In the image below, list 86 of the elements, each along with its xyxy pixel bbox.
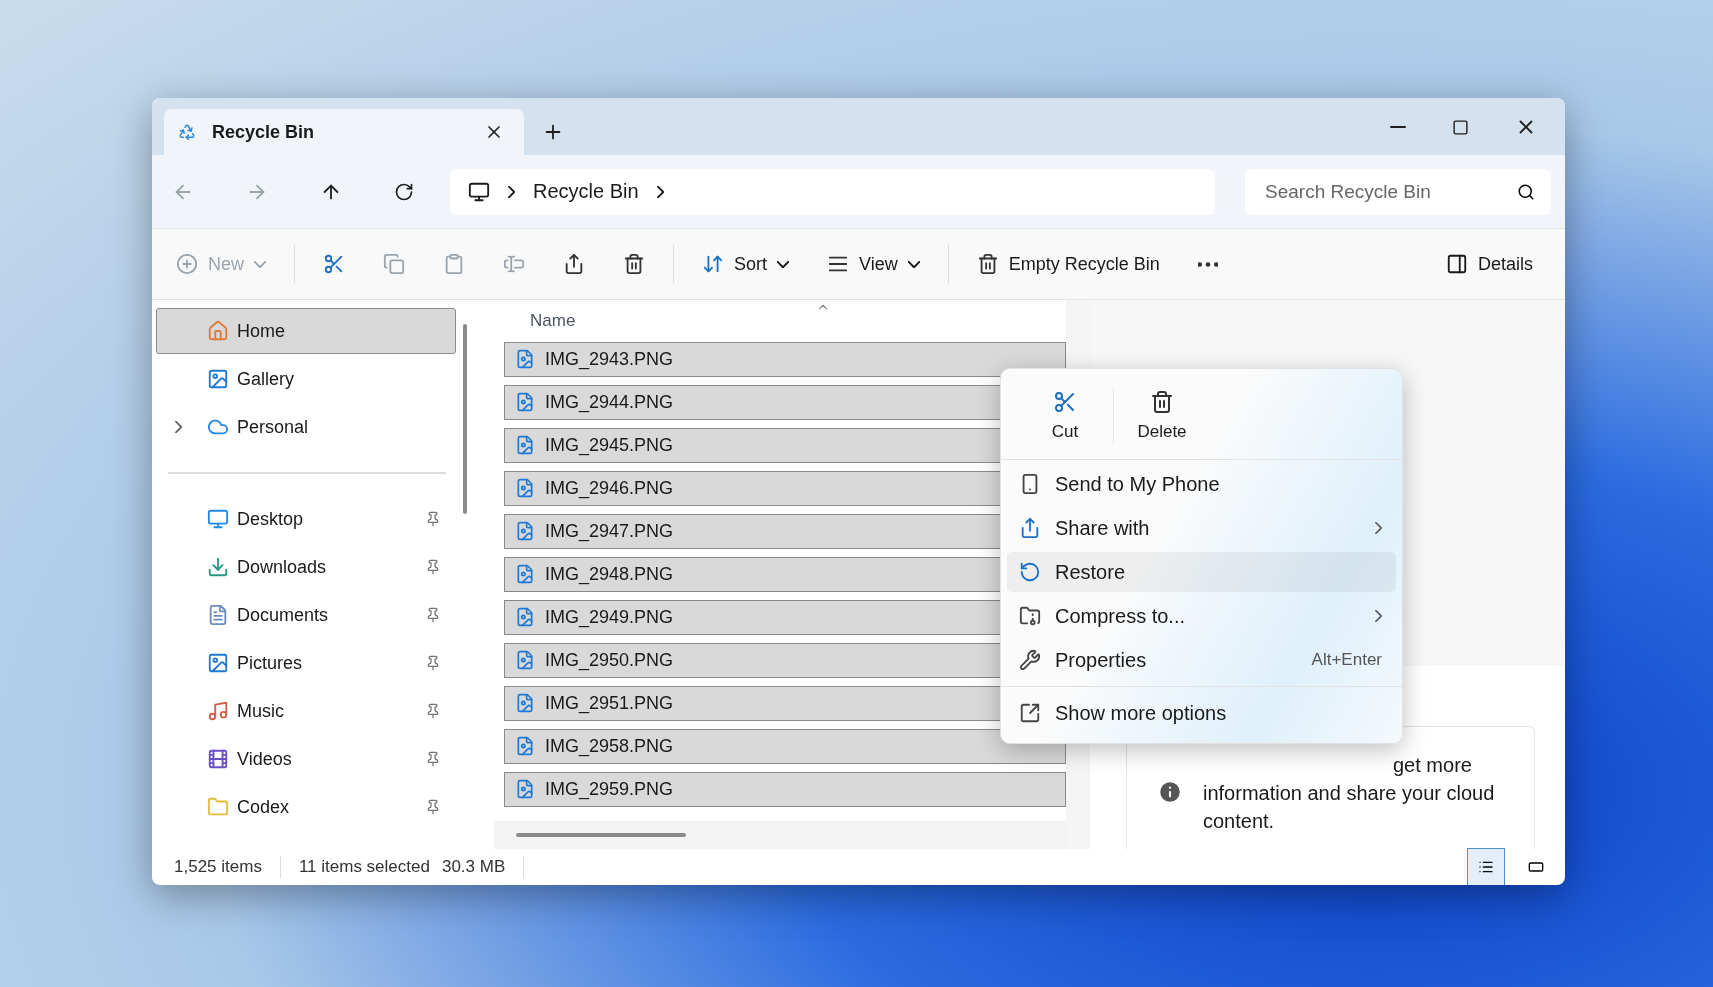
maximize-icon [1452,118,1469,136]
info-message: get more information and share your cloud content. [1203,753,1496,834]
nav-item[interactable]: Desktop [156,496,456,542]
delete-menu-button[interactable]: Delete [1114,373,1210,459]
caret-icon [777,260,790,268]
image-file-icon [515,693,535,714]
details-pane-button[interactable]: Details [1435,242,1543,286]
sort-icon [702,253,724,275]
caret-icon [254,260,266,268]
image-file-icon [515,349,535,369]
shortcut-text: Alt+Enter [1311,650,1382,670]
file-row[interactable]: IMG_2958.PNG [504,728,1066,764]
rename-icon [503,253,525,275]
tab[interactable]: Recycle Bin [164,109,524,155]
details-view-button[interactable] [1467,848,1505,885]
info-icon [1157,779,1183,805]
list-icon [1478,859,1494,875]
tile-icon [1528,859,1544,875]
video-icon [207,748,229,770]
nav-item[interactable]: Documents [156,592,456,638]
nav-item[interactable]: Pictures [156,640,456,686]
nav-item[interactable]: Home [156,308,456,354]
gallery-icon [207,368,229,390]
minimize-icon [1390,126,1406,128]
nav-item[interactable]: Music [156,688,456,734]
copy-icon [383,253,405,275]
picture-icon [207,652,229,674]
scrollbar-thumb[interactable] [516,832,686,837]
scrollbar-thumb[interactable] [463,324,467,514]
image-file-icon [515,392,535,412]
music-icon [207,700,229,722]
cut-icon [323,253,345,275]
home-icon [207,320,229,342]
search-field[interactable]: Search Recycle Bin [1245,168,1551,215]
image-file-icon [515,736,535,757]
image-file-icon [515,521,535,542]
paste-icon [443,253,465,275]
column-header[interactable]: Name [530,310,576,331]
refresh-icon [394,181,414,202]
chevron-right-icon [508,185,515,198]
download-icon [207,556,229,578]
image-file-icon [515,435,535,456]
view-button[interactable]: View [817,242,930,286]
nav-item[interactable]: Videos [156,736,456,782]
delete-icon [623,253,645,275]
monitor-icon [468,180,490,203]
cut-icon [1053,390,1077,414]
selection-count: 11 items selected [298,857,430,877]
image-file-icon [515,478,535,499]
selection-size: 30.3 MB [441,857,506,877]
more-options-icon [1197,261,1218,267]
caret-icon [907,260,920,268]
expand-icon [1019,702,1041,724]
search-icon [1517,182,1535,201]
zip-folder-icon [1019,605,1041,627]
file-row[interactable]: IMG_2959.PNG [504,771,1066,807]
desktop-icon [207,508,229,530]
file-row[interactable]: IMG_2943.PNG [504,341,1066,377]
item-count: 1,525 items [174,857,262,877]
tab-title: Recycle Bin [212,121,316,143]
image-file-icon [515,564,535,585]
menu-item[interactable]: Restore [1007,552,1396,592]
expand-chevron-icon[interactable] [175,421,182,433]
image-file-icon [515,607,535,628]
address-bar[interactable]: Recycle Bin [450,168,1215,215]
image-file-icon [515,779,535,800]
new-icon [176,253,198,275]
folder-icon [207,796,229,818]
panel-icon [1445,253,1468,275]
empty-recycle-bin-icon [976,253,999,275]
document-icon [207,604,229,626]
nav-item[interactable]: Codex [156,784,456,830]
image-file-icon [515,650,535,671]
nav-item[interactable]: Downloads [156,544,456,590]
recycle-bin-icon [178,123,196,141]
breadcrumb[interactable]: Recycle Bin [533,180,639,203]
chevron-right-icon [656,185,664,198]
trash-icon [1150,390,1174,414]
nav-item[interactable]: Personal [156,404,456,450]
empty-recycle-bin-button[interactable]: Empty Recycle Bin [966,242,1170,286]
wrench-icon [1019,649,1041,671]
sort-button[interactable]: Sort [692,242,800,286]
share-icon [1019,517,1041,539]
nav-item[interactable]: Gallery [156,356,456,402]
restore-icon [1019,561,1041,583]
share-icon [563,253,585,275]
